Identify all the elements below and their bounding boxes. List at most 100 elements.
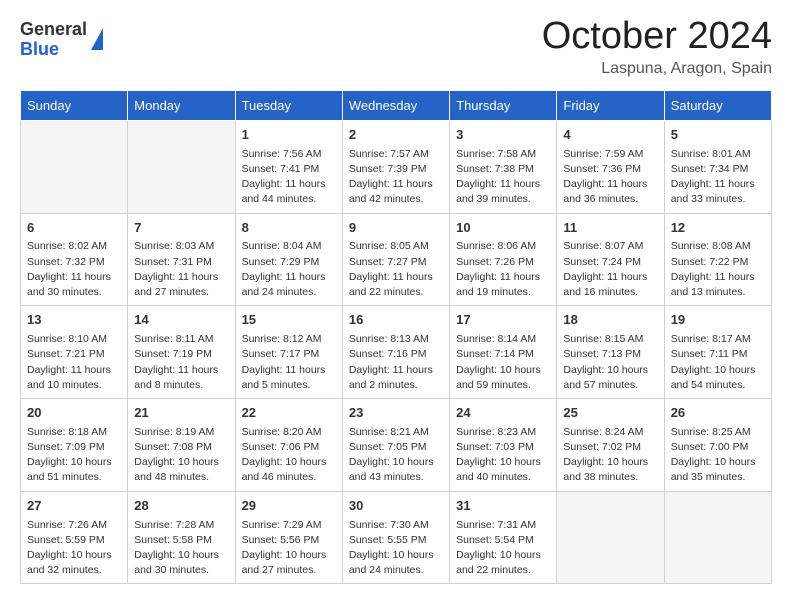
day-info: Sunrise: 7:29 AMSunset: 5:56 PMDaylight:… <box>242 518 336 579</box>
day-number: 26 <box>671 404 765 423</box>
day-info: Sunrise: 8:17 AMSunset: 7:11 PMDaylight:… <box>671 332 765 393</box>
day-info: Sunrise: 8:12 AMSunset: 7:17 PMDaylight:… <box>242 332 336 393</box>
weekday-wednesday: Wednesday <box>342 90 449 120</box>
week-row-5: 27 Sunrise: 7:26 AMSunset: 5:59 PMDayligh… <box>21 491 772 584</box>
day-number: 3 <box>456 126 550 145</box>
day-number: 22 <box>242 404 336 423</box>
day-number: 17 <box>456 311 550 330</box>
day-number: 31 <box>456 497 550 516</box>
day-number: 14 <box>134 311 228 330</box>
day-number: 23 <box>349 404 443 423</box>
calendar-cell: 27 Sunrise: 7:26 AMSunset: 5:59 PMDayligh… <box>21 491 128 584</box>
calendar-cell: 11Sunrise: 8:07 AMSunset: 7:24 PMDayligh… <box>557 213 664 306</box>
day-number: 19 <box>671 311 765 330</box>
calendar-cell <box>21 120 128 213</box>
day-info: Sunrise: 8:18 AMSunset: 7:09 PMDaylight:… <box>27 425 121 486</box>
weekday-monday: Monday <box>128 90 235 120</box>
day-number: 24 <box>456 404 550 423</box>
day-info: Sunrise: 7:59 AMSunset: 7:36 PMDaylight:… <box>563 147 657 208</box>
calendar-table: SundayMondayTuesdayWednesdayThursdayFrid… <box>20 90 772 585</box>
day-number: 27 <box>27 497 121 516</box>
logo: General Blue <box>20 20 103 60</box>
day-number: 5 <box>671 126 765 145</box>
day-number: 9 <box>349 219 443 238</box>
calendar-cell: 2Sunrise: 7:57 AMSunset: 7:39 PMDaylight… <box>342 120 449 213</box>
day-number: 2 <box>349 126 443 145</box>
calendar-cell: 12Sunrise: 8:08 AMSunset: 7:22 PMDayligh… <box>664 213 771 306</box>
calendar-cell: 18 Sunrise: 8:15 AMSunset: 7:13 PMDayligh… <box>557 306 664 399</box>
day-info: Sunrise: 7:58 AMSunset: 7:38 PMDaylight:… <box>456 147 550 208</box>
calendar-cell: 5 Sunrise: 8:01 AMSunset: 7:34 PMDaylight… <box>664 120 771 213</box>
calendar-cell: 28 Sunrise: 7:28 AMSunset: 5:58 PMDayligh… <box>128 491 235 584</box>
logo-general: General <box>20 20 87 40</box>
calendar-cell: 6Sunrise: 8:02 AMSunset: 7:32 PMDaylight… <box>21 213 128 306</box>
day-info: Sunrise: 8:13 AMSunset: 7:16 PMDaylight:… <box>349 332 443 393</box>
calendar-cell: 13Sunrise: 8:10 AMSunset: 7:21 PMDayligh… <box>21 306 128 399</box>
day-info: Sunrise: 8:03 AMSunset: 7:31 PMDaylight:… <box>134 239 228 300</box>
calendar-body: 1 Sunrise: 7:56 AMSunset: 7:41 PMDaylight… <box>21 120 772 584</box>
day-number: 20 <box>27 404 121 423</box>
week-row-1: 1 Sunrise: 7:56 AMSunset: 7:41 PMDaylight… <box>21 120 772 213</box>
calendar-cell: 14 Sunrise: 8:11 AMSunset: 7:19 PMDayligh… <box>128 306 235 399</box>
weekday-thursday: Thursday <box>450 90 557 120</box>
day-number: 8 <box>242 219 336 238</box>
calendar-cell: 9Sunrise: 8:05 AMSunset: 7:27 PMDaylight… <box>342 213 449 306</box>
day-info: Sunrise: 7:56 AMSunset: 7:41 PMDaylight:… <box>242 147 336 208</box>
day-info: Sunrise: 8:21 AMSunset: 7:05 PMDaylight:… <box>349 425 443 486</box>
logo-text: General Blue <box>20 20 87 60</box>
day-number: 30 <box>349 497 443 516</box>
day-info: Sunrise: 8:11 AMSunset: 7:19 PMDaylight:… <box>134 332 228 393</box>
calendar-cell: 31Sunrise: 7:31 AMSunset: 5:54 PMDayligh… <box>450 491 557 584</box>
calendar-cell: 10Sunrise: 8:06 AMSunset: 7:26 PMDayligh… <box>450 213 557 306</box>
day-number: 29 <box>242 497 336 516</box>
day-info: Sunrise: 8:05 AMSunset: 7:27 PMDaylight:… <box>349 239 443 300</box>
day-number: 7 <box>134 219 228 238</box>
day-number: 28 <box>134 497 228 516</box>
day-number: 4 <box>563 126 657 145</box>
day-info: Sunrise: 8:19 AMSunset: 7:08 PMDaylight:… <box>134 425 228 486</box>
day-info: Sunrise: 8:01 AMSunset: 7:34 PMDaylight:… <box>671 147 765 208</box>
calendar-cell: 19 Sunrise: 8:17 AMSunset: 7:11 PMDayligh… <box>664 306 771 399</box>
calendar-cell: 23 Sunrise: 8:21 AMSunset: 7:05 PMDayligh… <box>342 398 449 491</box>
day-info: Sunrise: 8:14 AMSunset: 7:14 PMDaylight:… <box>456 332 550 393</box>
day-number: 10 <box>456 219 550 238</box>
calendar-cell: 24 Sunrise: 8:23 AMSunset: 7:03 PMDayligh… <box>450 398 557 491</box>
day-number: 13 <box>27 311 121 330</box>
page-header: General Blue October 2024 Laspuna, Arago… <box>20 16 772 78</box>
calendar-cell <box>128 120 235 213</box>
logo-triangle-icon <box>91 28 103 50</box>
calendar-cell <box>664 491 771 584</box>
calendar-cell: 3 Sunrise: 7:58 AMSunset: 7:38 PMDaylight… <box>450 120 557 213</box>
day-info: Sunrise: 8:07 AMSunset: 7:24 PMDaylight:… <box>563 239 657 300</box>
weekday-saturday: Saturday <box>664 90 771 120</box>
day-info: Sunrise: 8:15 AMSunset: 7:13 PMDaylight:… <box>563 332 657 393</box>
calendar-cell: 21Sunrise: 8:19 AMSunset: 7:08 PMDayligh… <box>128 398 235 491</box>
logo-blue: Blue <box>20 40 87 60</box>
week-row-4: 20 Sunrise: 8:18 AMSunset: 7:09 PMDayligh… <box>21 398 772 491</box>
day-number: 6 <box>27 219 121 238</box>
day-number: 1 <box>242 126 336 145</box>
day-info: Sunrise: 8:06 AMSunset: 7:26 PMDaylight:… <box>456 239 550 300</box>
location-title: Laspuna, Aragon, Spain <box>542 60 772 78</box>
calendar-cell: 1 Sunrise: 7:56 AMSunset: 7:41 PMDaylight… <box>235 120 342 213</box>
day-info: Sunrise: 8:23 AMSunset: 7:03 PMDaylight:… <box>456 425 550 486</box>
calendar-cell: 20 Sunrise: 8:18 AMSunset: 7:09 PMDayligh… <box>21 398 128 491</box>
calendar-cell <box>557 491 664 584</box>
calendar-cell: 8Sunrise: 8:04 AMSunset: 7:29 PMDaylight… <box>235 213 342 306</box>
weekday-tuesday: Tuesday <box>235 90 342 120</box>
day-info: Sunrise: 8:04 AMSunset: 7:29 PMDaylight:… <box>242 239 336 300</box>
day-info: Sunrise: 7:28 AMSunset: 5:58 PMDaylight:… <box>134 518 228 579</box>
month-title: October 2024 <box>542 16 772 58</box>
calendar-cell: 4 Sunrise: 7:59 AMSunset: 7:36 PMDaylight… <box>557 120 664 213</box>
day-info: Sunrise: 8:20 AMSunset: 7:06 PMDaylight:… <box>242 425 336 486</box>
title-block: October 2024 Laspuna, Aragon, Spain <box>542 16 772 78</box>
day-info: Sunrise: 8:02 AMSunset: 7:32 PMDaylight:… <box>27 239 121 300</box>
day-info: Sunrise: 7:26 AMSunset: 5:59 PMDaylight:… <box>27 518 121 579</box>
day-number: 12 <box>671 219 765 238</box>
weekday-sunday: Sunday <box>21 90 128 120</box>
day-info: Sunrise: 8:25 AMSunset: 7:00 PMDaylight:… <box>671 425 765 486</box>
day-number: 18 <box>563 311 657 330</box>
calendar-cell: 26 Sunrise: 8:25 AMSunset: 7:00 PMDayligh… <box>664 398 771 491</box>
calendar-cell: 25Sunrise: 8:24 AMSunset: 7:02 PMDayligh… <box>557 398 664 491</box>
day-info: Sunrise: 8:08 AMSunset: 7:22 PMDaylight:… <box>671 239 765 300</box>
